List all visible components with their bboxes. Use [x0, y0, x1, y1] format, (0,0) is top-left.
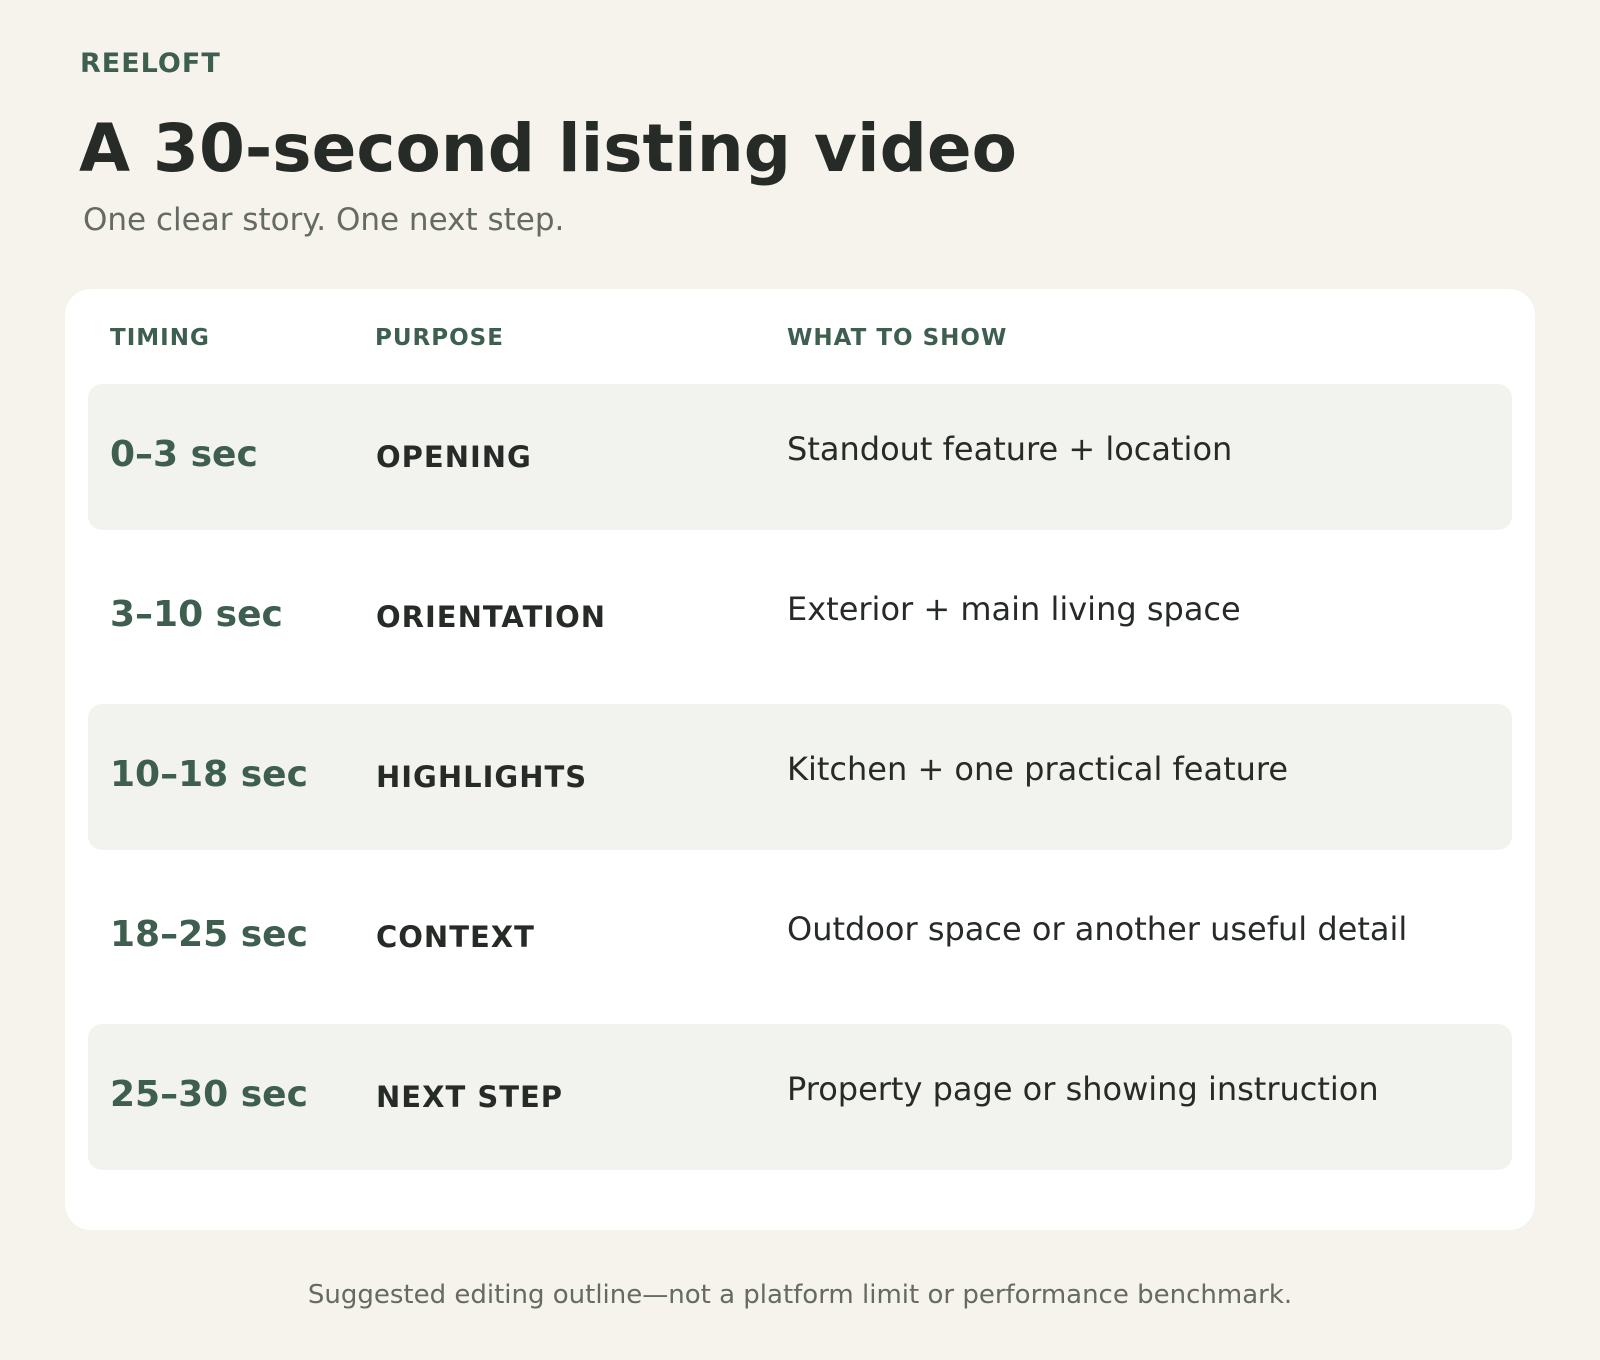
table-body: 0–3 sec OPENING Standout feature + locat…: [88, 384, 1512, 1184]
timing-cell: 18–25 sec: [110, 914, 308, 955]
table-row: 10–18 sec HIGHLIGHTS Kitchen + one pract…: [88, 704, 1512, 850]
table-row: 25–30 sec NEXT STEP Property page or sho…: [88, 1024, 1512, 1170]
page-subtitle: One clear story. One next step.: [83, 202, 565, 238]
page-title: A 30-second listing video: [79, 110, 1017, 187]
what-to-show-cell: Outdoor space or another useful detail: [787, 910, 1408, 948]
timing-cell: 0–3 sec: [110, 434, 258, 475]
table-row: 0–3 sec OPENING Standout feature + locat…: [88, 384, 1512, 530]
purpose-cell: HIGHLIGHTS: [376, 760, 588, 794]
purpose-cell: CONTEXT: [376, 920, 535, 954]
table-header-row: TIMING PURPOSE WHAT TO SHOW: [65, 325, 1535, 355]
outline-table-card: TIMING PURPOSE WHAT TO SHOW 0–3 sec OPEN…: [65, 289, 1535, 1230]
column-header-purpose: PURPOSE: [375, 325, 504, 351]
table-row: 3–10 sec ORIENTATION Exterior + main liv…: [88, 544, 1512, 690]
timing-cell: 25–30 sec: [110, 1074, 308, 1115]
brand-label: REELOFT: [80, 48, 221, 79]
purpose-cell: NEXT STEP: [376, 1080, 564, 1114]
what-to-show-cell: Exterior + main living space: [787, 590, 1241, 628]
what-to-show-cell: Kitchen + one practical feature: [787, 750, 1289, 788]
what-to-show-cell: Property page or showing instruction: [787, 1070, 1379, 1108]
timing-cell: 10–18 sec: [110, 754, 308, 795]
timing-cell: 3–10 sec: [110, 594, 283, 635]
footnote: Suggested editing outline—not a platform…: [307, 1280, 1293, 1310]
column-header-what-to-show: WHAT TO SHOW: [787, 325, 1008, 351]
purpose-cell: ORIENTATION: [376, 600, 607, 634]
what-to-show-cell: Standout feature + location: [787, 430, 1233, 468]
purpose-cell: OPENING: [376, 440, 532, 474]
column-header-timing: TIMING: [110, 325, 210, 351]
table-row: 18–25 sec CONTEXT Outdoor space or anoth…: [88, 864, 1512, 1010]
